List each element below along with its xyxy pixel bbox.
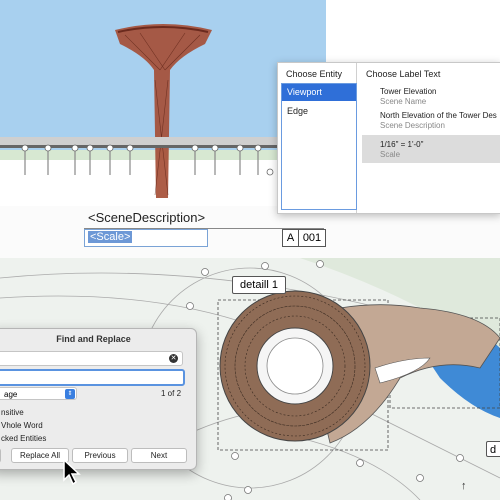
- replace-input[interactable]: [0, 369, 185, 386]
- label-option-field: Scene Description: [380, 121, 445, 130]
- stepper-caret-icon[interactable]: ⇕: [65, 389, 75, 399]
- partial-button[interactable]: [0, 448, 1, 463]
- arrow-cursor-icon: [62, 458, 82, 491]
- label-cell-a[interactable]: A: [282, 229, 299, 247]
- scale-placeholder-text: <Scale>: [88, 231, 133, 243]
- scene-description-label[interactable]: <SceneDescription>: [88, 210, 205, 225]
- entity-item-viewport[interactable]: Viewport: [282, 84, 356, 101]
- label-option-scale[interactable]: 1/16" = 1'-0" Scale: [362, 135, 500, 163]
- label-option-value: 1/16" = 1'-0": [380, 140, 424, 149]
- find-input[interactable]: ✕: [0, 351, 183, 366]
- clear-circle-x-icon[interactable]: ✕: [169, 354, 178, 363]
- find-replace-dialog: Find and Replace ✕ age ⇕ 1 of 2 nsitive …: [0, 328, 197, 470]
- entity-list[interactable]: Viewport Edge: [281, 83, 357, 210]
- scope-value: age: [4, 390, 18, 399]
- arrow-up-icon[interactable]: ↑: [461, 480, 467, 492]
- label-option-field: Scene Name: [380, 97, 427, 106]
- label-chooser-panel: Choose Entity Viewport Edge Choose Label…: [277, 62, 500, 214]
- entity-item-edge[interactable]: Edge: [282, 103, 356, 120]
- replace-all-button[interactable]: Replace All: [11, 448, 69, 463]
- scope-select[interactable]: age ⇕: [0, 387, 77, 400]
- scale-label-field[interactable]: <Scale>: [84, 229, 208, 247]
- label-option-value: North Elevation of the Tower Des: [380, 111, 497, 120]
- next-button[interactable]: Next: [131, 448, 187, 463]
- match-count: 1 of 2: [161, 389, 182, 398]
- detail-callout-tag[interactable]: detaill 1: [232, 276, 286, 294]
- option-whole-word[interactable]: Vhole Word: [1, 421, 43, 430]
- dialog-title: Find and Replace: [56, 334, 131, 344]
- detail-callout-tag-2[interactable]: d: [486, 441, 500, 457]
- label-option-scene-description[interactable]: North Elevation of the Tower Des Scene D…: [362, 111, 500, 130]
- option-case-sensitive[interactable]: nsitive: [1, 408, 24, 417]
- label-option-field: Scale: [380, 150, 401, 159]
- label-option-scene-name[interactable]: Tower Elevation Scene Name: [362, 87, 500, 106]
- label-text-header: Choose Label Text: [366, 69, 441, 79]
- label-cell-number[interactable]: 001: [298, 229, 326, 247]
- option-locked-entities[interactable]: cked Entities: [1, 434, 46, 443]
- entity-column: Choose Entity Viewport Edge: [278, 63, 357, 213]
- entity-header: Choose Entity: [286, 69, 343, 79]
- label-option-value: Tower Elevation: [380, 87, 437, 96]
